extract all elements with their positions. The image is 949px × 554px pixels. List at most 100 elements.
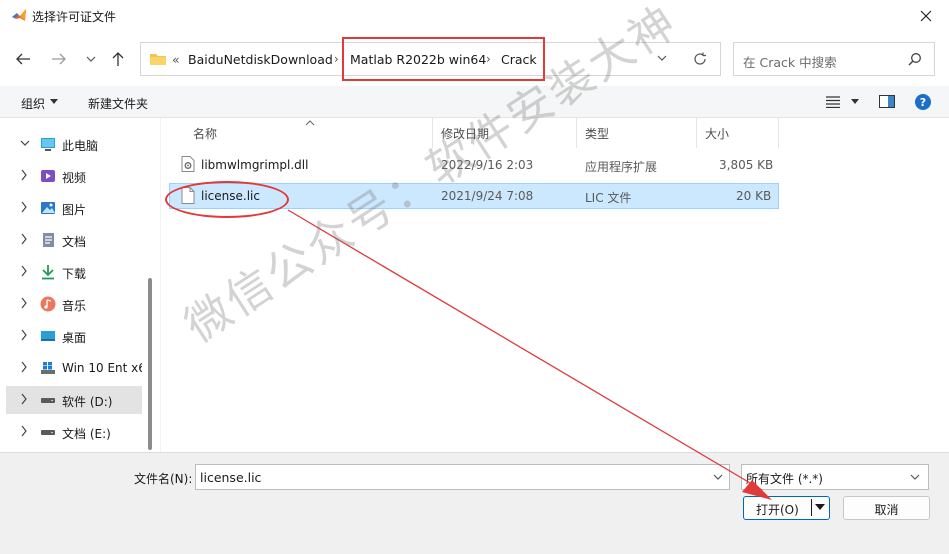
matlab-logo-icon [12, 9, 26, 21]
chevron-right-icon[interactable] [20, 265, 28, 277]
sidebar-item-label: 下载 [62, 267, 87, 281]
search-box[interactable]: 在 Crack 中搜索 [733, 42, 935, 76]
folder-icon [150, 54, 166, 65]
sidebar-item-this-pc[interactable]: 此电脑 [6, 130, 142, 158]
sidebar-item-label: 图片 [62, 203, 87, 217]
breadcrumb-baidunetdiskdownload[interactable]: BaiduNetdiskDownload [188, 52, 333, 67]
sidebar-item-downloads[interactable]: 下载 [6, 258, 142, 286]
breadcrumb-overflow[interactable]: « [172, 52, 180, 67]
file-name: libmwlmgrimpl.dll [201, 158, 309, 172]
sidebar-item-label: 软件 (D:) [62, 395, 113, 409]
file-size: 20 KB [736, 189, 772, 203]
file-type: 应用程序扩展 [585, 160, 658, 174]
breadcrumb-separator[interactable]: › [334, 52, 339, 66]
windows-drive-icon [41, 362, 55, 374]
sidebar-item-label: Win 10 Ent x64 [62, 361, 142, 375]
sidebar-item-documents[interactable]: 文档 [6, 226, 142, 254]
chevron-right-icon[interactable] [20, 329, 28, 341]
cancel-button[interactable]: 取消 [843, 496, 930, 520]
svg-text:?: ? [920, 96, 926, 109]
sidebar-item-pictures[interactable]: 图片 [6, 194, 142, 222]
title-bar: 选择许可证文件 [0, 0, 949, 32]
drive-icon [41, 398, 55, 403]
caret-down-icon[interactable] [815, 503, 825, 511]
navigation-bar: « BaiduNetdiskDownload › Matlab R2022b w… [0, 32, 949, 86]
drive-icon [41, 430, 55, 435]
chevron-right-icon[interactable] [20, 393, 28, 405]
file-size: 3,805 KB [719, 158, 774, 172]
forward-button[interactable] [48, 48, 70, 70]
organize-button[interactable]: 组织 [21, 95, 45, 112]
music-icon [40, 296, 56, 312]
up-button[interactable] [107, 48, 129, 70]
dialog-footer: 文件名(N): license.lic 所有文件 (*.*) 打开(O) 取消 [0, 452, 949, 554]
sidebar-item-label: 音乐 [62, 299, 87, 313]
navigation-pane: 此电脑 视频 图片 文档 下载 音乐 桌面 Win 10 Ent x64 [0, 118, 160, 452]
caret-down-icon[interactable] [851, 99, 859, 104]
chevron-right-icon[interactable] [20, 361, 28, 373]
filetype-value: 所有文件 (*.*) [746, 472, 823, 486]
cancel-button-label: 取消 [874, 503, 899, 517]
close-icon [920, 10, 932, 22]
file-type: LIC 文件 [585, 191, 632, 205]
sidebar-item-label: 此电脑 [62, 139, 99, 153]
chevron-right-icon[interactable] [20, 201, 28, 213]
search-placeholder: 在 Crack 中搜索 [743, 55, 837, 70]
column-header-label: 大小 [705, 127, 730, 141]
annotation-highlight-box [342, 37, 545, 81]
sidebar-scrollbar[interactable] [148, 278, 152, 450]
chevron-down-icon[interactable] [713, 473, 723, 481]
back-button[interactable] [12, 48, 34, 70]
sidebar-item-label: 文档 (E:) [62, 427, 111, 441]
sidebar-item-label: 文档 [62, 235, 87, 249]
sidebar-item-drive-e[interactable]: 文档 (E:) [6, 418, 142, 446]
recent-locations-button[interactable] [80, 48, 102, 70]
sort-ascending-icon [305, 120, 315, 126]
open-button[interactable]: 打开(O) [743, 496, 830, 520]
filename-label: 文件名(N): [134, 472, 193, 486]
preview-pane-icon[interactable] [879, 95, 895, 108]
sidebar-item-desktop[interactable]: 桌面 [6, 322, 142, 350]
view-options-icon[interactable] [826, 96, 840, 108]
sidebar-item-label: 桌面 [62, 331, 87, 345]
new-folder-button[interactable]: 新建文件夹 [88, 95, 148, 112]
filename-input[interactable]: license.lic [195, 464, 730, 490]
sidebar-item-drive-d[interactable]: 软件 (D:) [6, 386, 142, 414]
chevron-right-icon[interactable] [20, 425, 28, 437]
document-icon [43, 233, 54, 247]
video-icon [41, 170, 55, 182]
chevron-right-icon[interactable] [20, 233, 28, 245]
sidebar-item-videos[interactable]: 视频 [6, 162, 142, 190]
filename-value: license.lic [200, 470, 262, 485]
dll-file-icon [181, 156, 195, 172]
search-icon [908, 53, 921, 66]
window-title: 选择许可证文件 [32, 10, 117, 24]
column-header-label: 名称 [193, 127, 218, 141]
split-divider [811, 499, 812, 516]
chevron-right-icon[interactable] [20, 169, 28, 181]
desktop-icon [41, 331, 55, 341]
help-icon[interactable]: ? [915, 94, 931, 110]
arrow-right-icon [52, 53, 66, 65]
chevron-down-icon[interactable] [20, 139, 30, 147]
annotation-ellipse [165, 181, 289, 218]
picture-icon [41, 202, 55, 214]
caret-down-icon[interactable] [50, 99, 58, 104]
sidebar-item-label: 视频 [62, 171, 87, 185]
close-button[interactable] [909, 2, 943, 30]
column-header-type[interactable]: 类型 [577, 118, 697, 148]
chevron-down-icon [86, 56, 96, 62]
open-button-label: 打开(O) [756, 503, 799, 517]
chevron-down-icon[interactable] [910, 473, 920, 481]
filetype-select[interactable]: 所有文件 (*.*) [741, 464, 929, 490]
column-header-size[interactable]: 大小 [697, 118, 779, 148]
chevron-right-icon[interactable] [20, 297, 28, 309]
column-header-label: 类型 [585, 127, 610, 141]
arrow-up-icon [112, 52, 124, 66]
download-icon [42, 265, 54, 280]
column-header-name[interactable]: 名称 [185, 118, 433, 148]
sidebar-item-music[interactable]: 音乐 [6, 290, 142, 318]
refresh-icon[interactable] [693, 52, 707, 66]
sidebar-item-win10-drive[interactable]: Win 10 Ent x64 [6, 354, 142, 382]
arrow-left-icon [16, 53, 30, 65]
